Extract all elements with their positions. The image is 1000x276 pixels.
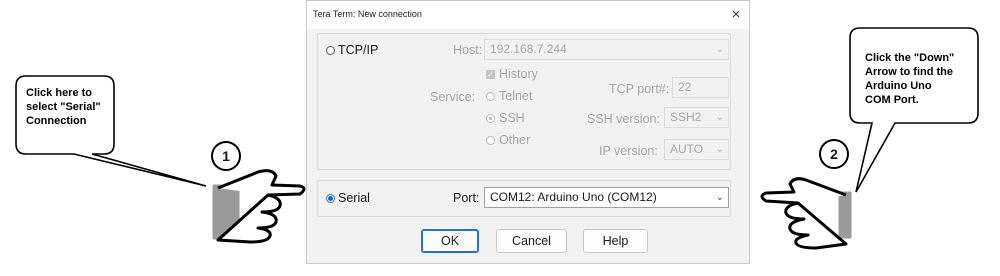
callout-graphics [15,27,979,250]
right-callout-line: Click the "Down" [865,52,955,64]
step-2-badge: 2 [819,139,849,169]
left-callout-line: select "Serial" [26,101,101,113]
right-callout-line: Arrow to find the [865,66,953,78]
left-callout-line: Click here to [26,87,93,99]
right-callout-line: Arduino Uno [865,80,932,92]
right-callout-line: COM Port. [865,94,919,106]
right-callout-text: Click the "Down" Arrow to find the Ardui… [865,51,954,107]
step-1-badge: 1 [211,141,241,171]
right-pointing-hand-icon [760,177,852,250]
left-callout-line: Connection [26,115,87,127]
left-pointing-hand-icon [212,169,306,244]
left-callout-text: Click here to select "Serial" Connection [26,86,101,128]
